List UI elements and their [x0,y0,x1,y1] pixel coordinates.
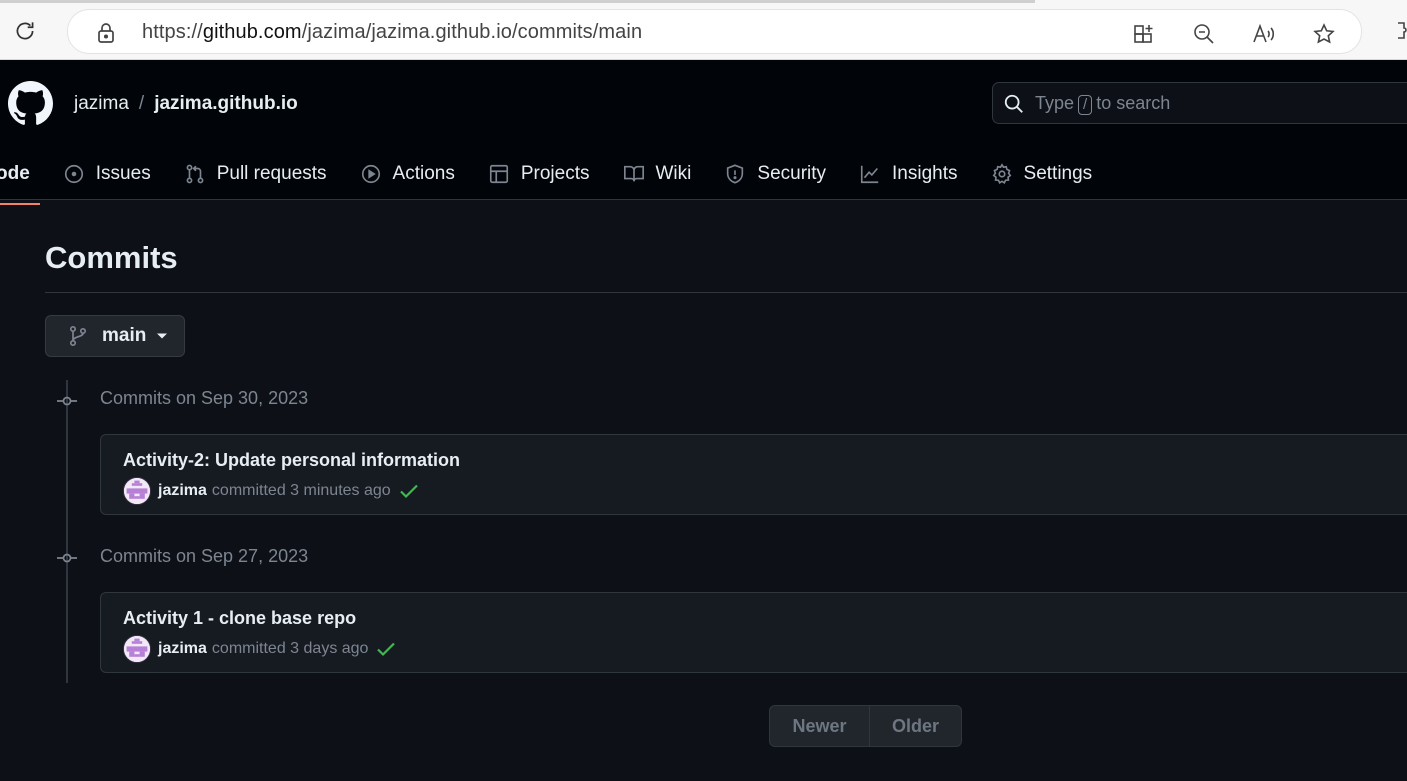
tab-settings-label: Settings [1023,163,1093,184]
tab-actions-label: Actions [392,163,455,184]
commit-author-link[interactable]: jazima [158,482,207,500]
branch-name: main [102,325,147,346]
address-bar[interactable]: https://github.com/jazima/jazima.github.… [67,9,1362,54]
shield-icon [724,163,746,185]
tab-projects[interactable]: Projects [488,154,590,194]
search-placeholder: Type / to search [1035,93,1170,115]
commit-node-icon [57,394,77,406]
check-icon[interactable] [399,483,419,499]
commit-action: committed [211,482,286,499]
commit-time: 3 minutes ago [290,482,391,499]
repo-nav-tabs: ode Issues Pull requests Actions Project… [0,148,1125,205]
commit-message-link[interactable]: Activity-2: Update personal information [123,450,460,471]
extensions-icon[interactable] [1390,18,1407,49]
commit-author-link[interactable]: jazima [158,640,207,658]
tab-actions[interactable]: Actions [360,154,455,194]
search-type-label: Type [1035,93,1075,113]
tab-pull-requests[interactable]: Pull requests [184,154,327,194]
url-host: github.com [202,21,302,43]
book-icon [623,163,645,185]
tab-issues[interactable]: Issues [63,154,151,194]
refresh-icon[interactable] [10,16,40,46]
tab-code-label: ode [0,163,30,184]
search-icon [1003,93,1025,120]
page-title: Commits [45,240,178,275]
newer-button[interactable]: Newer [770,706,870,746]
pull-request-icon [184,163,206,185]
branch-selector-button[interactable]: main [45,315,185,357]
avatar[interactable] [123,477,151,505]
breadcrumb-separator: / [138,93,145,114]
url-path: /jazima/jazima.github.io/commits/main [301,21,643,43]
title-divider [45,292,1407,293]
commit-group-heading: Commits on Sep 27, 2023 [100,546,309,566]
search-shortcut-key: / [1078,95,1093,115]
issue-icon [63,163,85,185]
github-logo-icon[interactable] [8,81,53,126]
git-branch-icon [68,325,88,347]
favorite-star-icon[interactable] [1311,21,1337,47]
tab-issues-label: Issues [95,163,151,184]
avatar[interactable] [123,635,151,663]
older-button[interactable]: Older [870,706,961,746]
browser-toolbar: https://github.com/jazima/jazima.github.… [0,0,1407,60]
tab-security-label: Security [757,163,827,184]
url-prefix: https:// [142,21,203,43]
check-icon[interactable] [376,641,396,657]
play-icon [360,163,382,185]
commit-node-icon [57,551,77,563]
read-aloud-icon[interactable] [1251,21,1277,47]
tab-wiki-label: Wiki [655,163,692,184]
commit-timeline [66,380,68,683]
breadcrumb: jazima / jazima.github.io [74,93,298,115]
breadcrumb-owner[interactable]: jazima [74,93,129,114]
commit-message-link[interactable]: Activity 1 - clone base repo [123,608,356,629]
repo-header: jazima / jazima.github.io Type / to search o… [0,60,1407,205]
commit-card: Activity-2: Update personal information … [100,434,1407,515]
commit-group-heading: Commits on Sep 30, 2023 [100,388,309,408]
commit-meta: jazima committed 3 days ago [123,635,396,663]
tab-wiki[interactable]: Wiki [623,154,692,194]
commit-meta: jazima committed 3 minutes ago [123,477,419,505]
pagination: Newer Older [769,705,962,747]
tab-insights-label: Insights [892,163,958,184]
gear-icon [991,163,1013,185]
search-to-search-label: to search [1096,93,1171,113]
commit-time: 3 days ago [290,640,369,657]
tab-code[interactable]: ode [0,154,40,205]
table-icon [488,163,510,185]
browser-tab-strip-edge [0,0,1035,3]
breadcrumb-repo[interactable]: jazima.github.io [154,93,298,114]
tab-projects-label: Projects [520,163,590,184]
tab-insights[interactable]: Insights [859,154,958,194]
url-text[interactable]: https://github.com/jazima/jazima.github.… [142,21,642,44]
tab-security[interactable]: Security [724,154,826,194]
zoom-out-icon[interactable] [1191,21,1217,47]
graph-icon [859,163,881,185]
tab-pull-requests-label: Pull requests [216,163,327,184]
commit-card: Activity 1 - clone base repo jazima comm… [100,592,1407,673]
search-input[interactable]: Type / to search [992,82,1407,124]
commit-action: committed [211,640,286,657]
tab-settings[interactable]: Settings [991,154,1093,194]
chevron-down-icon [156,332,168,340]
lock-icon[interactable] [96,22,116,49]
app-available-icon[interactable] [1131,21,1157,47]
